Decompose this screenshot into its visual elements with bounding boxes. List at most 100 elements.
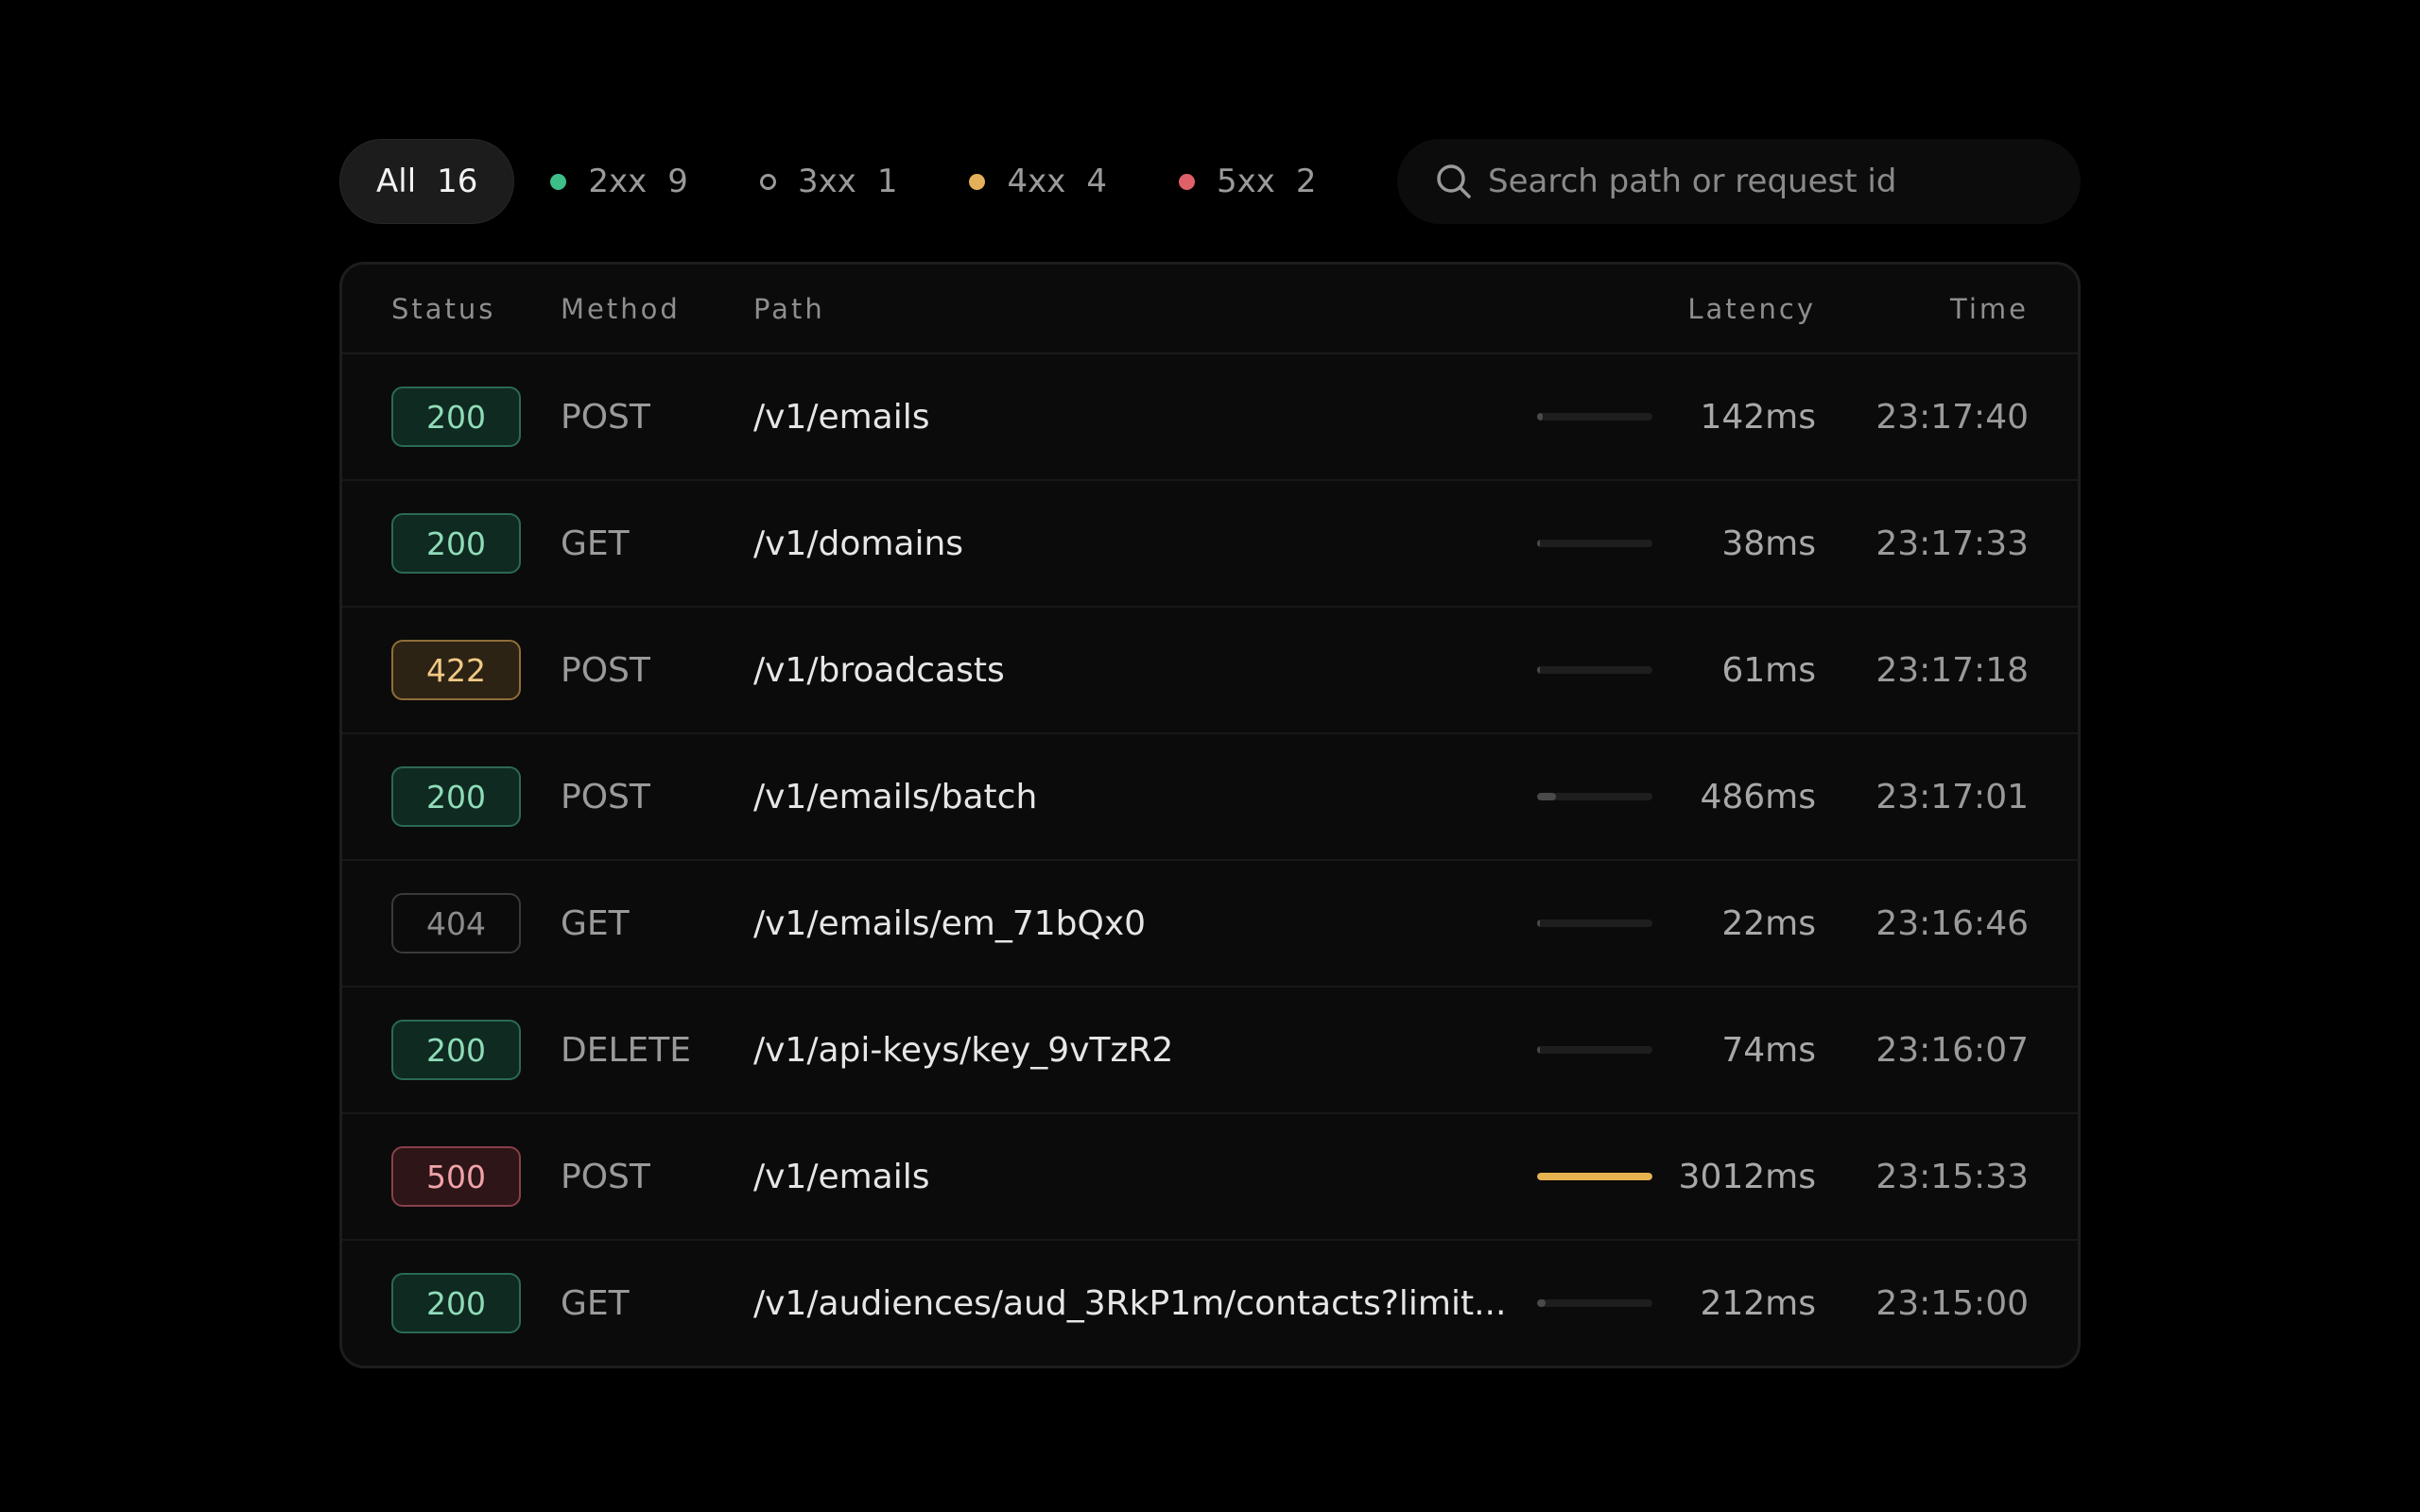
latency-bar-fill — [1537, 1173, 1652, 1180]
filter-count: 2 — [1295, 163, 1317, 200]
table-row[interactable]: 200 DELETE/v1/api-keys/key_9vTzR2 74ms 23:1… — [342, 988, 2078, 1114]
method-cell: POST — [561, 650, 650, 690]
status-cell: 200 — [342, 513, 561, 574]
table-row[interactable]: 500 POST/v1/emails 3012ms 23:15:33 — [342, 1114, 2078, 1241]
latency-bar-cell — [1537, 1173, 1652, 1180]
table-row[interactable]: 422 POST/v1/broadcasts 61ms 23:17:18 — [342, 608, 2078, 734]
filter-count: 9 — [667, 163, 688, 200]
time-cell: 23:15:33 — [1876, 1157, 2029, 1196]
table-row[interactable]: 200 GET/v1/domains 38ms 23:17:33 — [342, 481, 2078, 608]
latency-cell: 212ms — [1700, 1283, 1816, 1323]
filter-label: 3xx — [797, 163, 856, 200]
method-cell: POST — [561, 397, 650, 437]
status-dot-icon — [1178, 173, 1195, 190]
request-log-panel: All 16 2xx 9 3xx 1 4xx 4 5xx 2 Search pa… — [339, 139, 2081, 1368]
latency-bar-fill — [1537, 919, 1541, 927]
time-cell: 23:15:00 — [1876, 1283, 2029, 1323]
table-row[interactable]: 200 POST/v1/emails 142ms 23:17:40 — [342, 354, 2078, 481]
path-cell: /v1/domains — [753, 524, 964, 563]
latency-cell: 74ms — [1721, 1030, 1816, 1070]
column-header-time[interactable]: Time — [1816, 293, 2029, 325]
latency-cell: 142ms — [1700, 397, 1816, 437]
status-cell: 500 — [342, 1146, 561, 1207]
path-cell: /v1/broadcasts — [753, 650, 1005, 690]
time-cell: 23:16:07 — [1876, 1030, 2029, 1070]
path-cell: /v1/emails/batch — [753, 777, 1038, 816]
method-cell: POST — [561, 777, 650, 816]
method-cell: GET — [561, 1283, 630, 1323]
latency-bar-track — [1537, 540, 1652, 547]
time-cell: 23:17:33 — [1876, 524, 2029, 563]
latency-bar-cell — [1537, 666, 1652, 674]
latency-bar-track — [1537, 919, 1652, 927]
status-cell: 200 — [342, 1273, 561, 1333]
latency-bar-track — [1537, 1299, 1652, 1307]
latency-bar-fill — [1537, 666, 1541, 674]
method-cell: DELETE — [561, 1030, 692, 1070]
table-body: 200 POST/v1/emails 142ms 23:17:40 200 GET/v1/… — [342, 354, 2078, 1366]
latency-bar-track — [1537, 666, 1652, 674]
latency-cell: 61ms — [1721, 650, 1816, 690]
filter-label: 2xx — [588, 163, 648, 200]
latency-bar-cell — [1537, 1046, 1652, 1054]
filter-5xx[interactable]: 5xx 2 — [1143, 139, 1353, 224]
latency-bar-fill — [1537, 793, 1556, 800]
method-cell: POST — [561, 1157, 650, 1196]
column-header-method[interactable]: Method — [561, 293, 753, 325]
status-dot-icon — [759, 173, 776, 190]
column-header-path[interactable]: Path — [753, 293, 1537, 325]
path-cell: /v1/emails — [753, 1157, 930, 1196]
time-cell: 23:17:40 — [1876, 397, 2029, 437]
time-cell: 23:16:46 — [1876, 903, 2029, 943]
latency-bar-fill — [1537, 540, 1541, 547]
latency-cell: 38ms — [1721, 524, 1816, 563]
latency-bar-cell — [1537, 919, 1652, 927]
status-badge: 422 — [391, 640, 521, 700]
latency-cell: 486ms — [1700, 777, 1816, 816]
filter-2xx[interactable]: 2xx 9 — [514, 139, 724, 224]
latency-bar-fill — [1537, 1299, 1546, 1307]
path-cell: /v1/api-keys/key_9vTzR2 — [753, 1030, 1174, 1070]
latency-bar-cell — [1537, 540, 1652, 547]
latency-bar-track — [1537, 413, 1652, 421]
table-row[interactable]: 404 GET/v1/emails/em_71bQx0 22ms 23:16:46 — [342, 861, 2078, 988]
column-header-latency[interactable]: Latency — [1652, 293, 1816, 325]
status-dot-icon — [969, 173, 986, 190]
filter-4xx[interactable]: 4xx 4 — [933, 139, 1143, 224]
status-cell: 200 — [342, 1020, 561, 1080]
column-header-status[interactable]: Status — [342, 293, 561, 325]
status-cell: 200 — [342, 387, 561, 447]
filter-label: 5xx — [1216, 163, 1275, 200]
latency-bar-fill — [1537, 413, 1543, 421]
status-dot-icon — [550, 173, 567, 190]
latency-bar-cell — [1537, 1299, 1652, 1307]
latency-cell: 22ms — [1721, 903, 1816, 943]
status-badge: 404 — [391, 893, 521, 954]
filter-3xx[interactable]: 3xx 1 — [724, 139, 934, 224]
table-row[interactable]: 200 POST/v1/emails/batch 486ms 23:17:01 — [342, 734, 2078, 861]
filter-label: 4xx — [1007, 163, 1066, 200]
method-cell: GET — [561, 524, 630, 563]
status-badge: 200 — [391, 387, 521, 447]
search-input[interactable] — [1486, 162, 2019, 201]
filter-all[interactable]: All 16 — [339, 139, 515, 224]
status-badge: 200 — [391, 1273, 521, 1333]
path-cell: /v1/audiences/aud_3RkP1m/contacts?limit.… — [753, 1283, 1507, 1323]
search-box[interactable] — [1397, 139, 2081, 224]
status-cell: 422 — [342, 640, 561, 700]
search-icon — [1437, 164, 1471, 198]
requests-table: Status Method Path Latency Time 200 POST /… — [339, 262, 2081, 1368]
latency-bar-track — [1537, 793, 1652, 800]
status-cell: 200 — [342, 766, 561, 827]
latency-bar-cell — [1537, 413, 1652, 421]
status-badge: 200 — [391, 766, 521, 827]
latency-bar-track — [1537, 1046, 1652, 1054]
filter-count: 4 — [1086, 163, 1107, 200]
status-cell: 404 — [342, 893, 561, 954]
status-badge: 200 — [391, 1020, 521, 1080]
path-cell: /v1/emails — [753, 397, 930, 437]
status-badge: 500 — [391, 1146, 521, 1207]
filter-bar: All 16 2xx 9 3xx 1 4xx 4 5xx 2 — [339, 139, 2081, 224]
table-row[interactable]: 200 GET/v1/audiences/aud_3RkP1m/contacts?… — [342, 1241, 2078, 1366]
filter-label: All — [376, 163, 417, 200]
